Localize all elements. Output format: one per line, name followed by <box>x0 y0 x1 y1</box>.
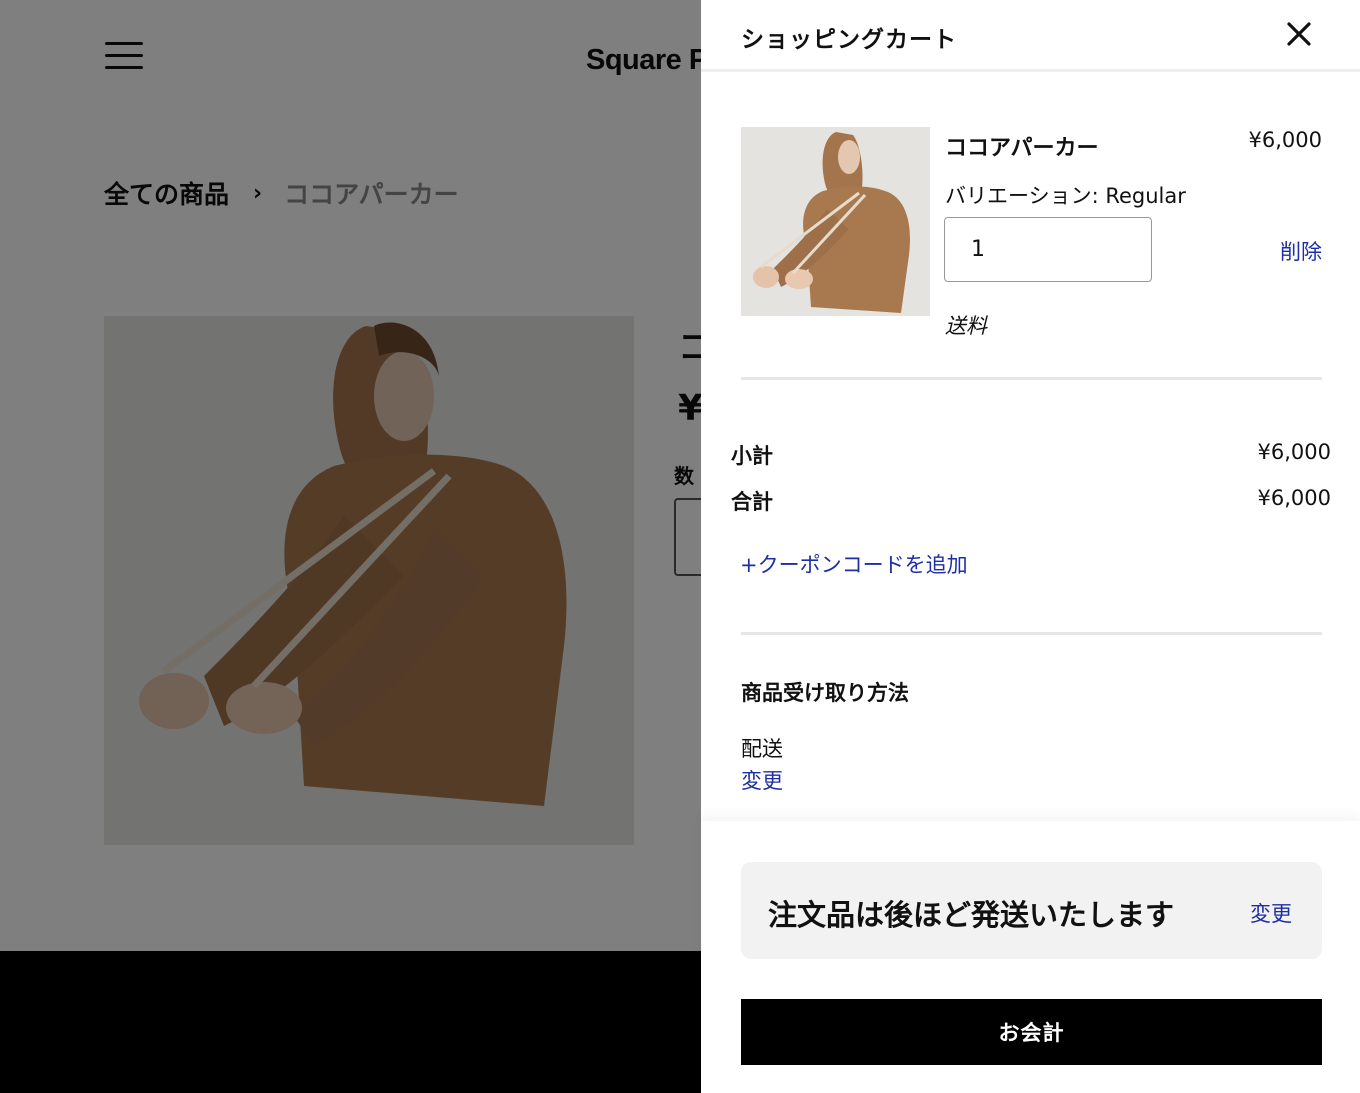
change-fulfillment-link[interactable]: 変更 <box>741 765 783 795</box>
cart-item-price: ¥6,000 <box>1248 128 1322 152</box>
subtotal-value: ¥6,000 <box>1257 440 1331 464</box>
checkout-button[interactable]: お会計 <box>741 999 1322 1065</box>
fulfillment-method: 配送 <box>741 737 783 761</box>
change-shipping-link[interactable]: 変更 <box>1250 898 1292 928</box>
total-value: ¥6,000 <box>1257 486 1331 510</box>
modal-overlay[interactable] <box>0 0 701 1093</box>
cart-drawer: ショッピングカート ココアパーカー ¥6,000 バリエーション: Regula… <box>701 0 1360 1093</box>
close-icon[interactable] <box>1283 18 1315 50</box>
shipping-note: 送料 <box>945 314 987 338</box>
page: Square P 全ての商品 › ココアパーカー <box>0 0 1360 1093</box>
divider <box>741 632 1322 635</box>
cart-item-name: ココアパーカー <box>945 136 1099 161</box>
cart-item-variation: バリエーション: Regular <box>945 184 1186 208</box>
shipping-notice-text: 注文品は後ほど発送いたします <box>768 898 1175 932</box>
shipping-notice: 注文品は後ほど発送いたします 変更 <box>741 862 1322 959</box>
subtotal-label: 小計 <box>731 444 773 468</box>
cart-item-thumbnail <box>741 127 930 316</box>
cart-header: ショッピングカート <box>701 0 1360 72</box>
fulfillment-heading: 商品受け取り方法 <box>741 681 909 705</box>
add-coupon-link[interactable]: +クーポンコードを追加 <box>740 549 968 579</box>
cart-title: ショッピングカート <box>741 27 957 53</box>
cart-footer: 注文品は後ほど発送いたします 変更 お会計 <box>701 821 1360 1093</box>
remove-item-link[interactable]: 削除 <box>1280 236 1322 266</box>
quantity-input[interactable] <box>944 217 1152 282</box>
divider <box>741 377 1322 380</box>
total-label: 合計 <box>731 490 773 514</box>
